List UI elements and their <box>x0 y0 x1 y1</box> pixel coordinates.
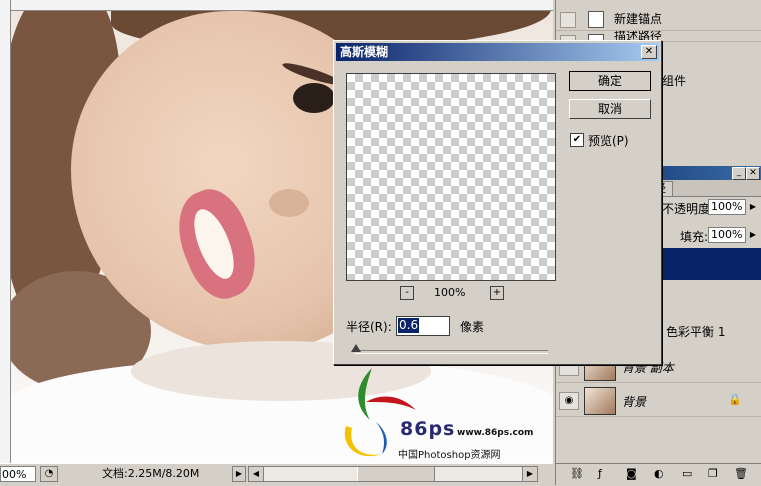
opacity-field[interactable]: 100% <box>708 199 746 215</box>
fill-field[interactable]: 100% <box>708 227 746 243</box>
gaussian-blur-dialog: 高斯模糊 ✕ - 100% + 确定 取消 ✔ 预览(P) 半径(R): 0.6… <box>333 40 662 365</box>
scroll-right-icon[interactable]: ▶ <box>522 467 537 481</box>
layers-bottom-toolbar: ⛓ ƒ ◙ ◐ ▭ ❐ 🗑 <box>556 463 761 486</box>
watermark-subtitle: 中国Photoshop资源网 <box>398 450 501 461</box>
document-size: 文档:2.25M/8.20M <box>102 467 200 480</box>
new-group-icon[interactable]: ▭ <box>682 467 692 480</box>
preview-checkbox-label[interactable]: 预览(P) <box>588 132 629 149</box>
dialog-title: 高斯模糊 <box>340 45 389 59</box>
preview-zoom-level: 100% <box>434 286 466 299</box>
new-layer-icon[interactable]: ❐ <box>708 467 718 480</box>
zoom-level-field[interactable]: 00% <box>0 466 36 482</box>
layer-name: 背景 <box>622 395 647 409</box>
top-ruler <box>0 0 553 11</box>
opacity-dropdown-icon[interactable]: ▶ <box>747 199 759 215</box>
layer-row[interactable]: ◉ 背景 🔒 <box>556 384 761 417</box>
lock-icon: 🔒 <box>728 393 742 406</box>
radius-slider-thumb[interactable] <box>351 344 361 352</box>
watermark-url: www.86ps.com <box>457 428 534 438</box>
dialog-titlebar[interactable]: 高斯模糊 ✕ <box>336 43 659 61</box>
layer-name: 色彩平衡 1 <box>666 325 726 339</box>
dialog-close-icon[interactable]: ✕ <box>641 45 657 59</box>
status-bar: 00% ◔ 文档:2.25M/8.20M ▶ ◀ ▶ <box>0 463 553 486</box>
cancel-button[interactable]: 取消 <box>569 99 651 119</box>
preview-checkbox[interactable]: ✔ <box>570 133 584 147</box>
delete-layer-icon[interactable]: 🗑 <box>734 467 748 480</box>
scroll-thumb[interactable] <box>357 467 435 481</box>
horizontal-scrollbar[interactable]: ◀ ▶ <box>248 466 538 482</box>
layer-style-icon[interactable]: ƒ <box>598 467 602 480</box>
left-ruler <box>0 0 11 463</box>
zoom-in-button[interactable]: + <box>490 286 504 300</box>
add-mask-icon[interactable]: ◙ <box>626 467 637 480</box>
layer-visibility-eye-icon[interactable]: ◉ <box>559 392 579 410</box>
history-snapshot-checkbox[interactable] <box>560 12 576 28</box>
blur-preview-area[interactable] <box>346 73 556 281</box>
opacity-label: 不透明度: <box>662 202 715 216</box>
radius-slider-track[interactable] <box>354 350 548 354</box>
watermark-brand: 86ps <box>400 418 456 440</box>
history-item-label: 新建锚点 <box>614 12 663 26</box>
zoom-out-button[interactable]: - <box>400 286 414 300</box>
status-menu-arrow-icon[interactable]: ▶ <box>232 466 246 482</box>
fill-dropdown-icon[interactable]: ▶ <box>747 227 759 243</box>
close-icon[interactable]: ✕ <box>746 167 760 180</box>
link-layers-icon[interactable]: ⛓ <box>570 467 584 480</box>
layer-thumbnail <box>584 387 616 415</box>
radius-unit-label: 像素 <box>460 320 485 334</box>
minimize-icon[interactable]: _ <box>732 167 746 180</box>
radius-label: 半径(R): <box>346 320 392 334</box>
radius-value[interactable]: 0.6 <box>398 318 419 333</box>
history-item-label: 组件 <box>662 74 687 88</box>
watermark-logo: 86ps www.86ps.com 中国Photoshop资源网 <box>332 362 552 462</box>
scroll-left-icon[interactable]: ◀ <box>249 467 264 481</box>
fill-label: 填充: <box>680 230 709 244</box>
history-item[interactable]: 新建锚点 <box>556 8 761 31</box>
ok-button[interactable]: 确定 <box>569 71 651 91</box>
history-action-icon <box>588 11 604 28</box>
adjustment-layer-icon[interactable]: ◐ <box>654 467 664 480</box>
navigator-icon[interactable]: ◔ <box>40 466 58 482</box>
